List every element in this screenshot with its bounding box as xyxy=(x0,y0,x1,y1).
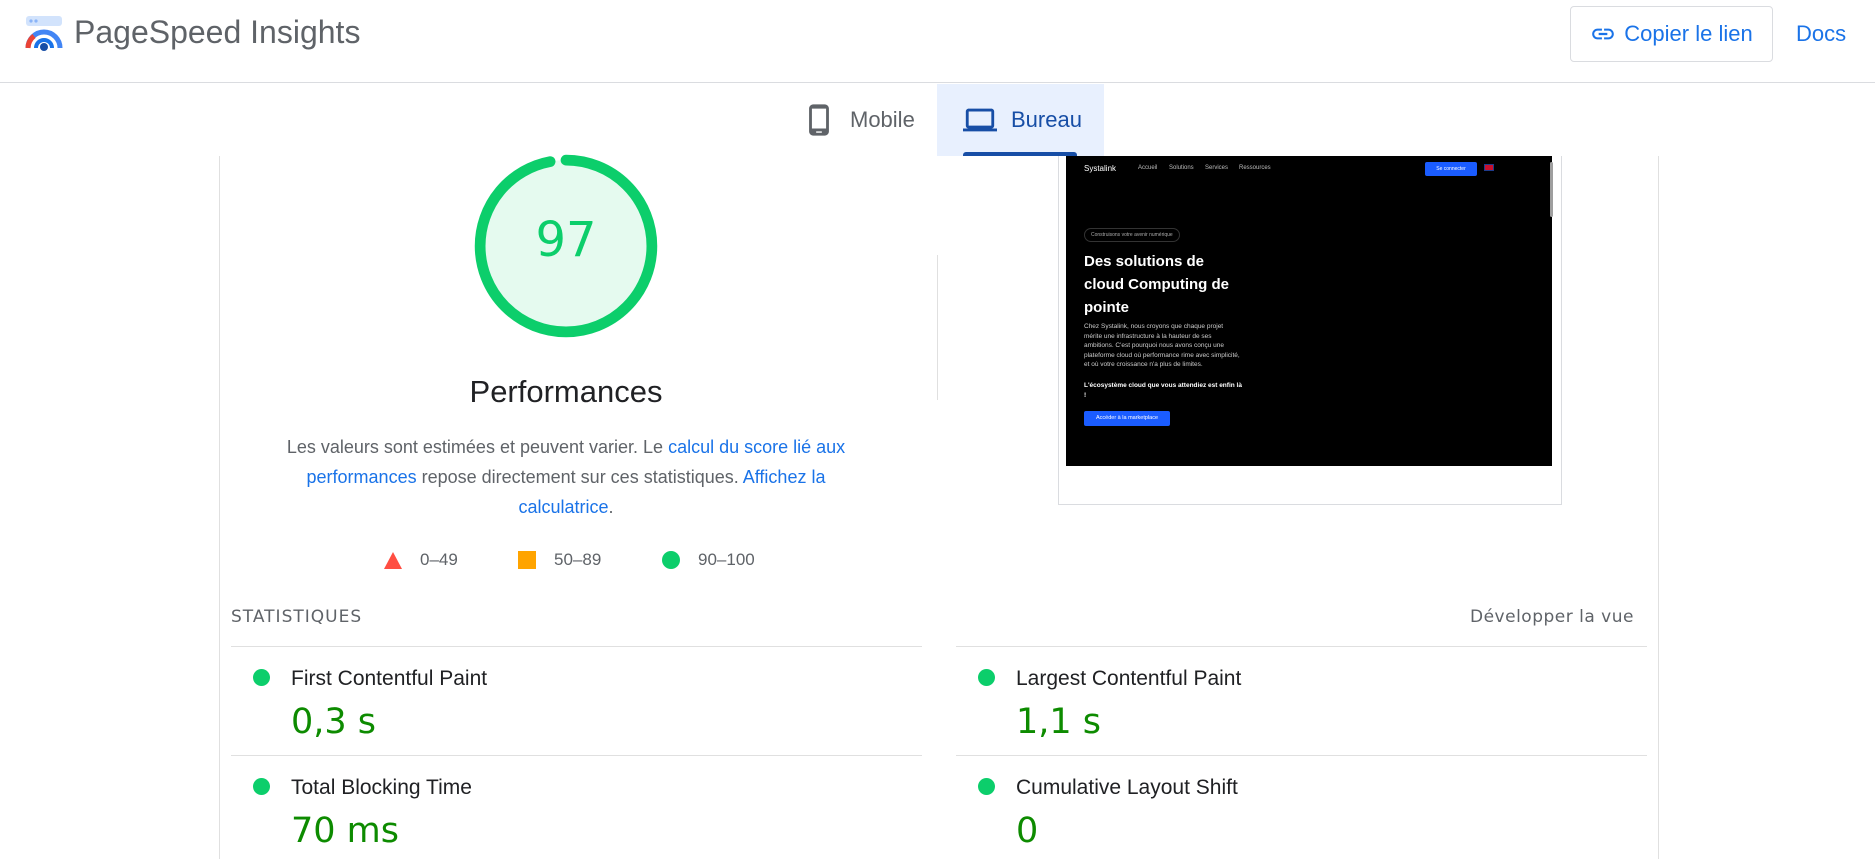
preview-nav-item: Solutions xyxy=(1169,165,1194,171)
square-icon xyxy=(518,551,536,569)
performance-title: Performances xyxy=(469,374,663,409)
metric-lcp-value: 1,1 s xyxy=(1016,702,1102,742)
preview-pill: Construisons votre avenir numérique xyxy=(1084,228,1180,242)
tab-mobile-label: Mobile xyxy=(850,107,915,132)
divider xyxy=(231,755,922,756)
desc-text-1: Les valeurs sont estimées et peuvent var… xyxy=(286,437,669,457)
performance-score: 97 xyxy=(535,212,597,268)
smartphone-icon xyxy=(809,104,829,136)
divider xyxy=(956,646,1647,647)
screenshot-image: Systalink Accueil Solutions Services Res… xyxy=(1066,156,1552,466)
metric-cls-value: 0 xyxy=(1016,811,1039,851)
legend-average-label: 50–89 xyxy=(554,550,602,569)
link-icon xyxy=(1592,28,1615,40)
preview-heading: Des solutions de cloud Computing de poin… xyxy=(1084,253,1229,316)
preview-nav-item: Accueil xyxy=(1138,165,1158,171)
preview-scrollbar[interactable] xyxy=(1550,162,1553,217)
copy-link-button[interactable]: Copier le lien xyxy=(1570,6,1773,62)
performance-description: Les valeurs sont estimées et peuvent var… xyxy=(276,432,856,522)
metric-status-good-icon xyxy=(253,669,270,686)
metric-status-good-icon xyxy=(978,669,995,686)
legend-good-label: 90–100 xyxy=(698,550,755,569)
circle-icon xyxy=(662,551,680,569)
metric-lcp-label: Largest Contentful Paint xyxy=(1016,667,1242,690)
preview-login-button: Se connecter xyxy=(1425,162,1477,176)
statistics-title: STATISTIQUES xyxy=(231,607,363,627)
triangle-icon xyxy=(384,551,402,569)
metric-status-good-icon xyxy=(978,778,995,795)
laptop-icon xyxy=(963,108,997,132)
preview-strong: L'écosystème cloud que vous attendiez es… xyxy=(1084,382,1242,399)
metric-tbt-value: 70 ms xyxy=(291,811,399,851)
preview-site-logo: Systalink xyxy=(1084,164,1117,173)
metric-cls-label: Cumulative Layout Shift xyxy=(1016,776,1238,799)
metric-status-good-icon xyxy=(253,778,270,795)
expand-view-button[interactable]: Développer la vue xyxy=(1470,607,1634,627)
desc-text-2: repose directement sur ces statistiques. xyxy=(416,467,743,487)
preview-nav-item: Services xyxy=(1205,165,1229,171)
divider xyxy=(231,646,922,647)
divider xyxy=(956,755,1647,756)
desc-text-3: . xyxy=(608,497,614,517)
tab-mobile[interactable]: Mobile xyxy=(790,84,937,156)
legend-poor-label: 0–49 xyxy=(420,550,458,569)
legend-poor: 0–49 xyxy=(384,550,458,570)
app-title: PageSpeed Insights xyxy=(74,14,361,50)
pagespeed-logo-icon xyxy=(25,16,63,51)
tab-desktop[interactable]: Bureau xyxy=(937,84,1104,156)
top-bar: PageSpeed Insights Copier le lien Docs xyxy=(0,0,1875,83)
preview-cta: Accéder à la marketplace xyxy=(1084,411,1170,426)
legend-average: 50–89 xyxy=(518,550,601,570)
docs-link[interactable]: Docs xyxy=(1796,18,1846,50)
metric-tbt-label: Total Blocking Time xyxy=(291,776,472,799)
tab-desktop-label: Bureau xyxy=(1011,107,1082,132)
legend-good: 90–100 xyxy=(662,550,755,570)
page-screenshot-preview: Systalink Accueil Solutions Services Res… xyxy=(1058,156,1562,505)
preview-body: Chez Systalink, nous croyons que chaque … xyxy=(1084,323,1240,368)
vertical-divider xyxy=(937,255,938,400)
uk-flag-icon xyxy=(1484,164,1494,171)
metric-fcp-label: First Contentful Paint xyxy=(291,667,488,690)
metric-fcp-value: 0,3 s xyxy=(291,702,377,742)
copy-link-label: Copier le lien xyxy=(1624,21,1753,46)
preview-nav-item: Ressources xyxy=(1239,165,1271,171)
